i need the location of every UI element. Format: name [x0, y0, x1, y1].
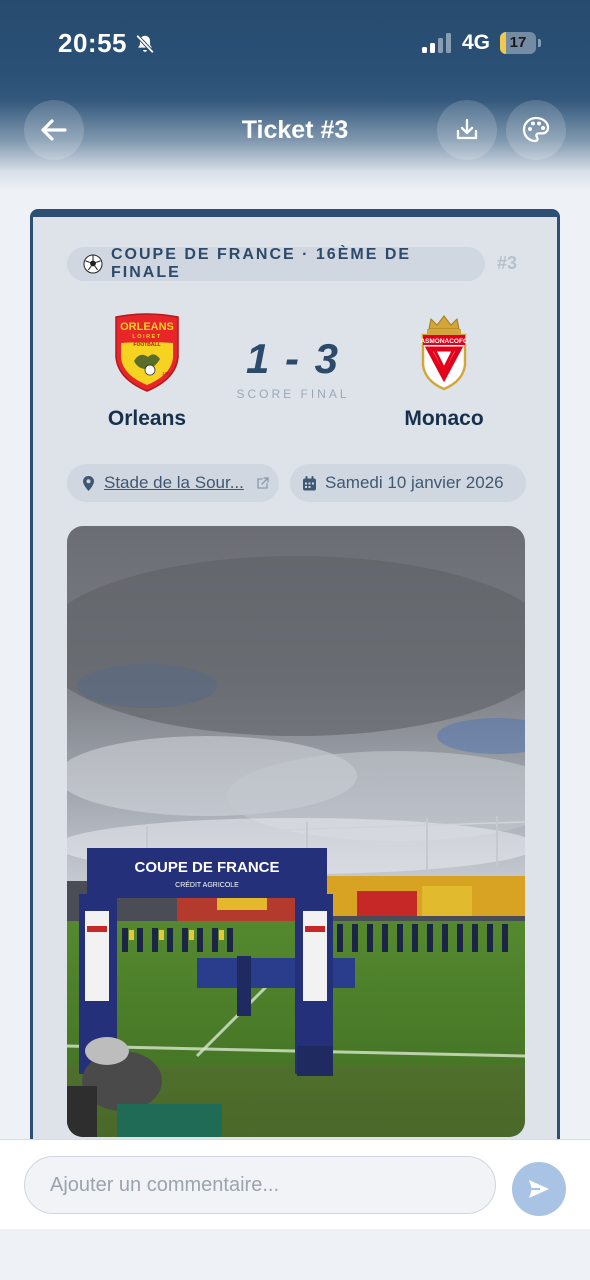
home-team: ORLEANS LOIRET FOOTBALL 1902 Orleans: [62, 313, 232, 431]
ticket-number: #3: [497, 253, 518, 273]
soccer-ball-icon: [83, 254, 103, 274]
match-date: Samedi 10 janvier 2026: [325, 473, 504, 492]
competition-badge: COUPE DE FRANCE · 16ÈME DE FINALE: [67, 246, 485, 281]
score-label: SCORE FINAL: [236, 387, 350, 401]
svg-text:1902: 1902: [162, 371, 173, 376]
venue-link[interactable]: Stade de la Sour...: [67, 464, 279, 502]
send-icon: [529, 1180, 549, 1198]
back-button[interactable]: [24, 100, 84, 160]
battery-icon: 17: [500, 32, 536, 54]
venue-label: Stade de la Sour...: [104, 473, 244, 492]
svg-text:ASMONACOFC: ASMONACOFC: [420, 338, 468, 345]
match-photo[interactable]: COUPE DE FRANCE CRÉDIT AGRICOLE: [67, 526, 525, 1137]
ticket-card: COUPE DE FRANCE · 16ÈME DE FINALE #3 ORL…: [30, 209, 560, 1169]
arrow-left-icon: [41, 119, 67, 141]
palette-icon: [522, 116, 550, 143]
away-team: ASMONACOFC Monaco: [359, 313, 529, 431]
svg-text:COUPE DE FRANCE: COUPE DE FRANCE: [134, 859, 279, 876]
bell-muted-icon: [135, 34, 155, 54]
page-title: Ticket #3: [241, 116, 349, 144]
monaco-crest-icon: ASMONACOFC: [420, 315, 468, 391]
stadium-photo-image: COUPE DE FRANCE CRÉDIT AGRICOLE: [67, 526, 525, 1137]
orleans-crest-icon: ORLEANS LOIRET FOOTBALL 1902: [115, 313, 179, 392]
home-indicator-area: [0, 1229, 590, 1280]
battery-tip: [538, 39, 541, 47]
download-button[interactable]: [437, 100, 497, 160]
send-button[interactable]: [512, 1162, 566, 1216]
network-label: 4G: [462, 31, 491, 54]
external-link-icon: [257, 476, 269, 489]
away-team-name: Monaco: [404, 407, 484, 430]
comment-bar: [0, 1139, 590, 1229]
svg-text:LOIRET: LOIRET: [132, 334, 161, 340]
status-time: 20:55: [58, 28, 127, 58]
download-icon: [456, 118, 478, 140]
status-bar: 20:55 4G 17: [0, 0, 590, 88]
svg-text:FOOTBALL: FOOTBALL: [133, 342, 160, 348]
calendar-icon: [303, 475, 316, 490]
final-score: 1 - 3: [245, 335, 341, 382]
nav-bar: Ticket #3: [0, 100, 590, 162]
signal-icon: [422, 33, 451, 53]
date-chip: Samedi 10 janvier 2026: [290, 464, 526, 502]
comment-input[interactable]: [24, 1156, 496, 1214]
svg-text:CRÉDIT AGRICOLE: CRÉDIT AGRICOLE: [175, 880, 239, 889]
score-block: 1 - 3 SCORE FINAL: [213, 335, 373, 401]
competition-label: COUPE DE FRANCE · 16ÈME DE FINALE: [111, 246, 412, 281]
location-pin-icon: [83, 475, 94, 491]
battery-percentage: 17: [509, 34, 527, 51]
theme-button[interactable]: [506, 100, 566, 160]
svg-text:ORLEANS: ORLEANS: [120, 321, 174, 333]
home-team-name: Orleans: [107, 407, 187, 430]
